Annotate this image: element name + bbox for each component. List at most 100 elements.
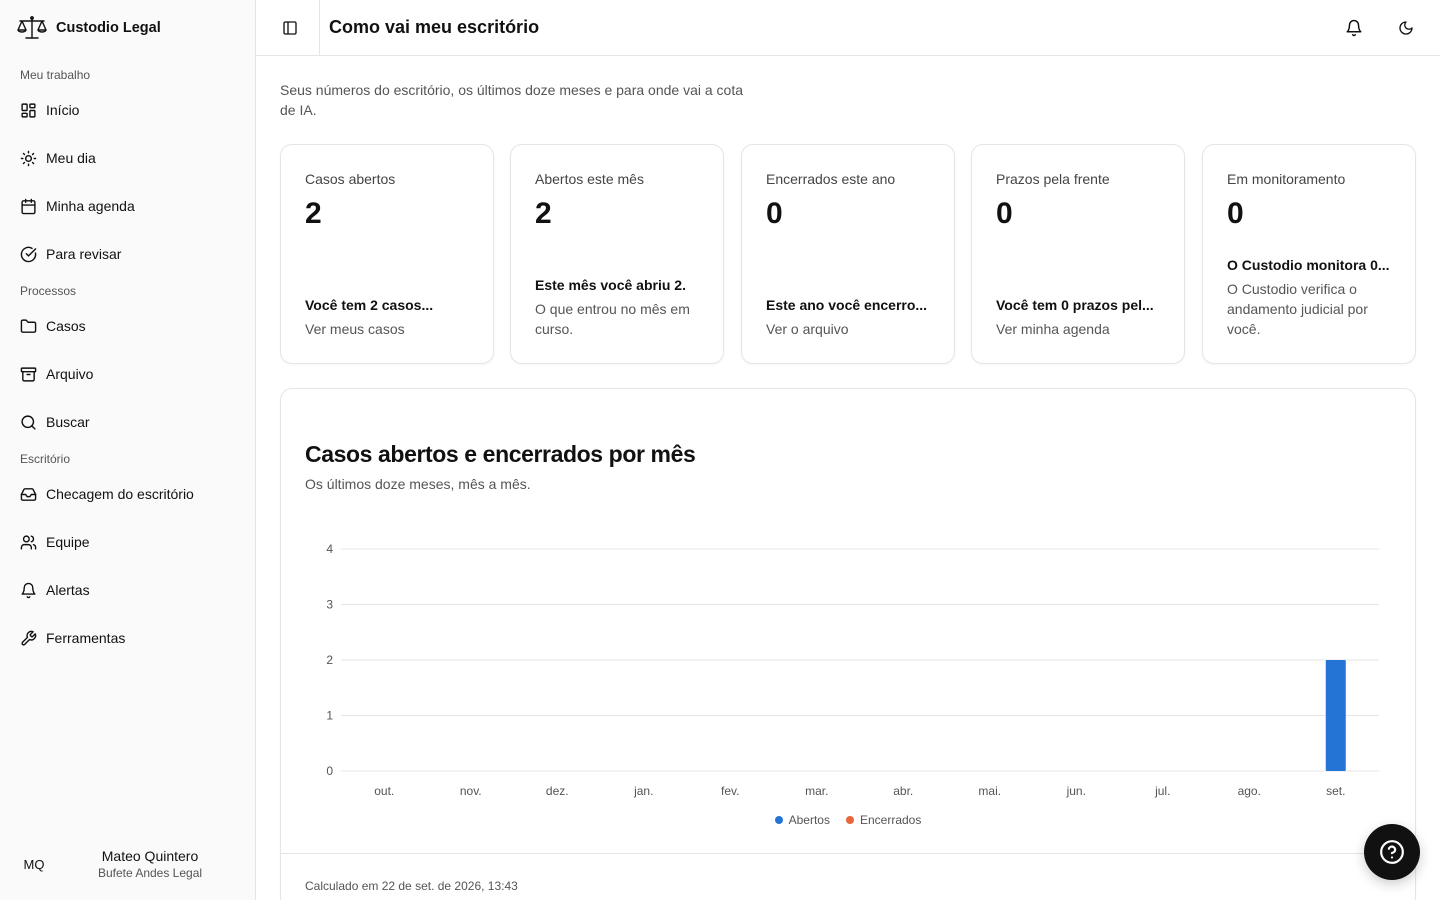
card-value: 0 [996,197,1013,230]
stat-card-abertos-mes[interactable]: Abertos este mês 2 Este mês você abriu 2… [510,144,724,364]
sidebar-item-equipe[interactable]: Equipe [12,524,244,560]
x-tick-label: mar. [805,784,828,798]
card-footer: Este ano você encerro... Ver o arquivo [766,295,936,339]
avatar: MQ [23,856,45,872]
sidebar-item-casos[interactable]: Casos [12,308,244,344]
user-menu[interactable]: MQ Mateo Quintero Bufete Andes Legal [12,840,244,888]
folder-icon [20,318,37,333]
chart-divider [281,853,1415,854]
help-circle-icon [1380,840,1404,864]
card-label: Encerrados este ano [766,171,896,187]
nav-section-processos: Processos [20,284,77,298]
brand[interactable]: Custodio Legal [16,14,161,42]
x-tick-label: jan. [633,784,653,798]
sidebar-item-label: Equipe [46,534,90,550]
x-tick-label: ago. [1238,784,1261,798]
inbox-icon [20,487,37,501]
sun-icon [20,150,37,166]
y-tick-label: 2 [326,653,333,667]
x-tick-label: set. [1326,784,1345,798]
sidebar-item-ferramentas[interactable]: Ferramentas [12,620,244,656]
stat-card-casos-abertos[interactable]: Casos abertos 2 Você tem 2 casos... Ver … [280,144,494,364]
calendar-icon [21,198,36,214]
bar-abertos-11 [1325,660,1346,771]
moon-icon [1399,21,1413,35]
page-title: Como vai meu escritório [329,17,540,37]
sidebar-item-label: Início [46,102,80,118]
sidebar-item-label: Minha agenda [46,198,135,214]
sidebar-item-label: Buscar [46,414,90,430]
archive-icon [20,366,37,382]
sidebar-item-label: Checagem do escritório [46,486,194,502]
card-footer-title: Este mês você abriu 2. [535,277,686,293]
x-tick-label: dez. [546,784,569,798]
chart-card: Casos abertos e encerrados por mês Os úl… [280,388,1416,900]
panel-left-icon [283,21,297,35]
card-value: 0 [1227,197,1244,230]
chart-footer: Calculado em 22 de set. de 2026, 13:43 [305,879,518,893]
bell-icon [21,582,36,598]
x-tick-label: fev. [721,784,739,798]
sidebar-item-label: Alertas [46,582,90,598]
legend-dot-abertos [774,816,783,824]
legend-item-encerrados[interactable]: Encerrados [845,813,921,827]
card-link[interactable]: Ver meus casos [305,319,475,339]
card-value: 2 [535,197,552,230]
sidebar-item-label: Casos [46,318,86,334]
user-meta: Mateo Quintero Bufete Andes Legal [56,847,244,882]
sidebar-item-label: Ferramentas [46,630,126,646]
sidebar-item-label: Para revisar [46,246,122,262]
sidebar-item-inicio[interactable]: Início [12,92,244,128]
sidebar-item-meu-dia[interactable]: Meu dia [12,140,244,176]
card-label: Prazos pela frente [996,171,1110,187]
chart-title: Casos abertos e encerrados por mês [305,441,696,467]
y-tick-label: 4 [326,542,333,556]
sidebar-item-minha-agenda[interactable]: Minha agenda [12,188,244,224]
x-tick-label: nov. [460,784,482,798]
wrench-icon [21,630,37,646]
card-link[interactable]: Ver minha agenda [996,319,1166,339]
sidebar-item-label: Arquivo [46,366,94,382]
sidebar-item-alertas[interactable]: Alertas [12,572,244,608]
x-tick-label: mai. [978,784,1001,798]
help-button[interactable] [1364,824,1420,880]
bell-icon [1346,19,1362,37]
card-footer: Este mês você abriu 2. O que entrou no m… [535,275,705,339]
y-tick-label: 0 [326,764,333,778]
y-tick-label: 1 [326,709,333,723]
stat-card-monitoramento[interactable]: Em monitoramento 0 O Custodio monitora 0… [1202,144,1416,364]
sidebar-item-buscar[interactable]: Buscar [12,404,244,440]
stat-card-encerrados-ano[interactable]: Encerrados este ano 0 Este ano você ence… [741,144,955,364]
sidebar-toggle-button[interactable] [278,16,302,40]
sidebar-item-para-revisar[interactable]: Para revisar [12,236,244,272]
legend-dot-encerrados [845,816,854,824]
scale-icon [16,15,48,41]
card-footer-title: O Custodio monitora 0... [1227,257,1390,273]
card-label: Casos abertos [305,171,396,187]
sidebar-item-checagem[interactable]: Checagem do escritório [12,476,244,512]
user-name: Mateo Quintero [101,847,199,864]
x-tick-label: jul. [1154,784,1170,798]
card-link[interactable]: Ver o arquivo [766,319,936,339]
notifications-button[interactable] [1340,14,1368,42]
nav-section-meu-trabalho: Meu trabalho [20,68,91,82]
sidebar-item-label: Meu dia [46,150,96,166]
card-value: 0 [766,197,783,230]
card-footer-title: Você tem 2 casos... [305,297,434,313]
sidebar-item-arquivo[interactable]: Arquivo [12,356,244,392]
legend-label: Abertos [788,813,830,827]
theme-toggle-button[interactable] [1392,14,1420,42]
y-tick-label: 3 [326,598,333,612]
check-circle-icon [20,246,37,262]
legend-item-abertos[interactable]: Abertos [774,813,830,827]
search-icon [21,414,36,430]
sidebar: Custodio Legal Meu trabalho Início Meu d… [0,0,256,900]
x-tick-label: out. [374,784,394,798]
card-description: O Custodio verifica o andamento judicial… [1227,281,1368,337]
card-label: Em monitoramento [1227,171,1346,187]
top-header: Como vai meu escritório [256,0,1440,56]
bar-chart: 0 1 2 3 4 out. nov. dez. jan. fev. mar. abr. mai. jun… [326,542,1379,798]
users-icon [20,534,37,550]
stat-card-prazos[interactable]: Prazos pela frente 0 Você tem 0 prazos p… [971,144,1185,364]
page-intro: Seus números do escritório, os últimos d… [280,82,744,118]
